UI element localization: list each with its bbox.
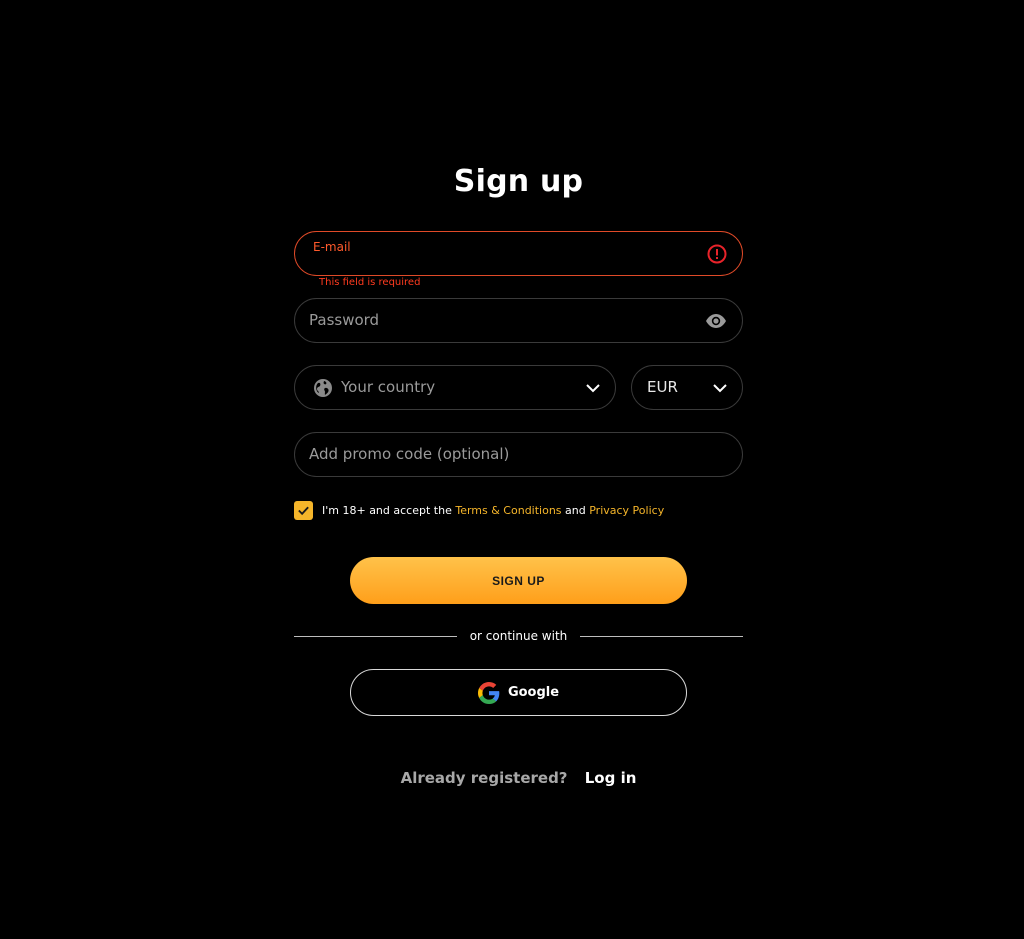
chevron-down-icon: [713, 384, 727, 393]
login-row: Already registered? Log in: [0, 769, 1024, 787]
already-registered-text: Already registered?: [400, 769, 568, 787]
chevron-down-icon: [586, 384, 600, 393]
email-label: E-mail: [313, 240, 351, 254]
consent-prefix: I'm 18+ and accept the: [322, 503, 452, 517]
google-icon: [477, 681, 500, 704]
promo-code-input[interactable]: Add promo code (optional): [294, 432, 743, 477]
checkmark-icon: [298, 506, 309, 515]
consent-checkbox[interactable]: [294, 500, 313, 520]
country-placeholder: Your country: [341, 378, 436, 396]
divider-line-right: [580, 636, 743, 637]
divider-text: or continue with: [469, 629, 568, 643]
terms-link[interactable]: Terms & Conditions: [455, 504, 561, 517]
promo-placeholder: Add promo code (optional): [309, 445, 510, 463]
sign-up-button[interactable]: SIGN UP: [350, 557, 687, 604]
google-login-button[interactable]: Google: [350, 669, 687, 716]
globe-icon: [314, 379, 332, 397]
consent-row: I'm 18+ and accept the Terms & Condition…: [294, 500, 664, 520]
consent-text: I'm 18+ and accept the Terms & Condition…: [322, 504, 664, 517]
currency-select[interactable]: EUR: [631, 365, 743, 410]
currency-value: EUR: [647, 378, 678, 396]
password-placeholder: Password: [309, 311, 380, 329]
page-title: Sign up: [453, 164, 584, 199]
error-icon: [707, 244, 727, 264]
consent-conjunction: and: [565, 503, 586, 517]
privacy-policy-link[interactable]: Privacy Policy: [589, 504, 664, 517]
password-field[interactable]: Password: [294, 298, 743, 343]
country-select[interactable]: Your country: [294, 365, 616, 410]
google-button-label: Google: [507, 685, 560, 700]
email-error-message: This field is required: [319, 277, 421, 288]
signup-page: Sign up E-mail This field is required Pa…: [0, 0, 1024, 939]
email-field[interactable]: E-mail: [294, 231, 743, 276]
log-in-link[interactable]: Log in: [585, 769, 637, 787]
eye-icon[interactable]: [704, 309, 728, 333]
